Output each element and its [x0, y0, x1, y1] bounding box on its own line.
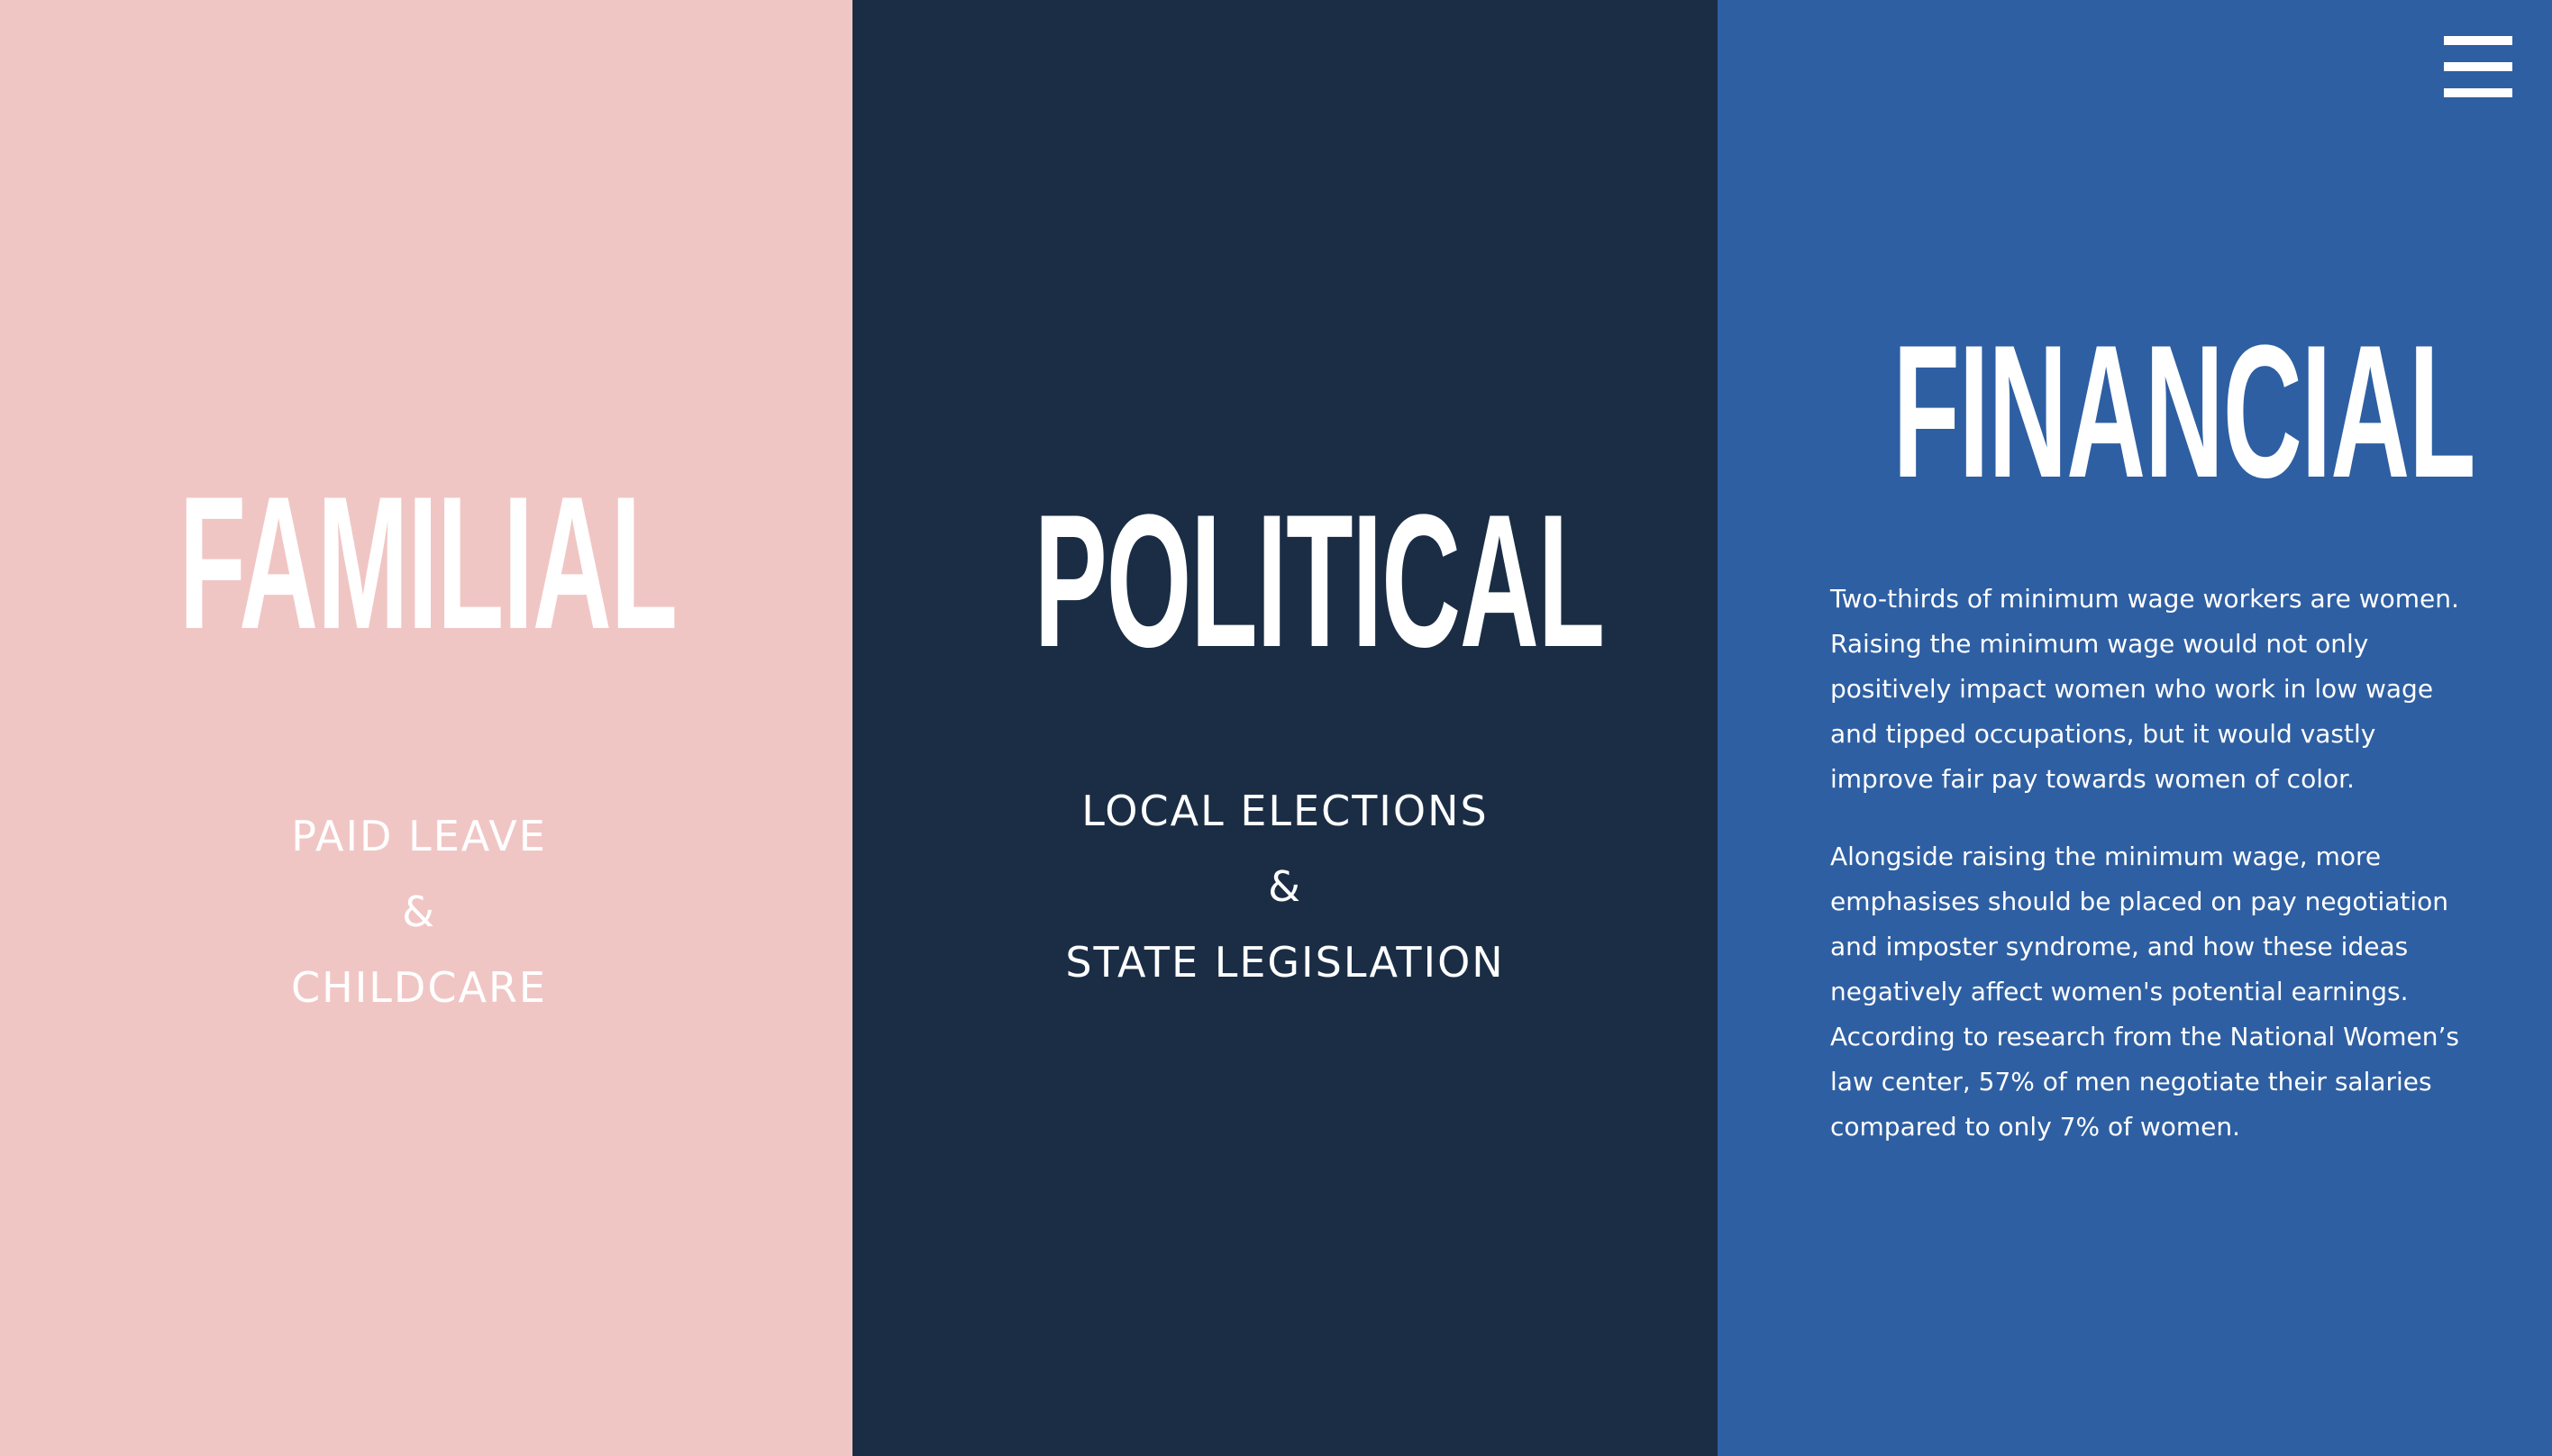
- financial-paragraph-2-text: Alongside raising the minimum wage, more…: [1830, 842, 2460, 1142]
- financial-paragraph-minimum-wage: Two-thirds of minimum wage workers are w…: [1830, 577, 2479, 802]
- familial-panel: FAMILIAL PAID LEAVE & CHILDCARE: [0, 0, 852, 1456]
- menu-bar-bottom: [2444, 88, 2512, 97]
- political-topic-local-elections: LOCAL ELECTIONS: [1081, 787, 1489, 835]
- page: FAMILIAL PAID LEAVE & CHILDCARE POLITICA…: [0, 0, 2552, 1456]
- familial-title: FAMILIAL: [178, 457, 678, 669]
- familial-topic-paid-leave: PAID LEAVE: [291, 812, 547, 860]
- menu-bar-top: [2444, 36, 2512, 45]
- menu-bar-middle: [2444, 62, 2512, 71]
- financial-paragraph-negotiation: Alongside raising the minimum wage, more…: [1830, 834, 2479, 1150]
- financial-title: FINANCIAL: [1892, 305, 2475, 517]
- familial-topic-childcare: CHILDCARE: [291, 963, 547, 1012]
- political-topic-state-legislation: STATE LEGISLATION: [1065, 938, 1505, 987]
- political-topics: LOCAL ELECTIONS & STATE LEGISLATION: [852, 773, 1718, 1000]
- political-panel: POLITICAL LOCAL ELECTIONS & STATE LEGISL…: [852, 0, 1718, 1456]
- political-topic-ampersand: &: [1268, 862, 1302, 911]
- political-title: POLITICAL: [1034, 475, 1606, 687]
- familial-topics: PAID LEAVE & CHILDCARE: [0, 798, 838, 1025]
- financial-paragraph-1-text: Two-thirds of minimum wage workers are w…: [1830, 584, 2459, 794]
- hamburger-menu-icon[interactable]: [2444, 36, 2512, 97]
- familial-topic-ampersand: &: [402, 887, 436, 936]
- financial-panel: FINANCIAL Two-thirds of minimum wage wor…: [1718, 0, 2552, 1456]
